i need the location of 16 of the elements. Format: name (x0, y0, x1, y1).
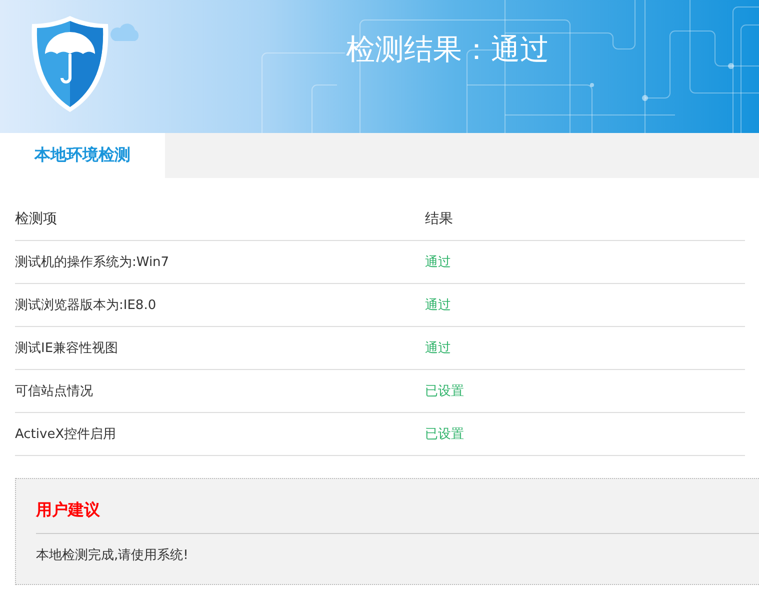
check-item: 测试机的操作系统为:Win7 (15, 254, 170, 271)
tab[interactable]: 本地环境检测 (0, 133, 165, 178)
check-item: ActiveX控件启用 (15, 426, 118, 443)
check-result: 通过 (425, 297, 452, 314)
check-item: 测试IE兼容性视图 (15, 340, 120, 357)
check-item: 测试浏览器版本为:IE8.0 (15, 297, 158, 314)
check-result: 已设置 (425, 426, 465, 443)
check-result: 通过 (425, 254, 452, 271)
advice-text: 本地检测完成,请使用系统! (36, 547, 190, 564)
advice-title: 用户建议 (36, 479, 759, 534)
column-header: 结果 (425, 210, 454, 228)
page-title: 检测结果：通过 (346, 31, 549, 68)
check-item: 可信站点情况 (15, 383, 94, 400)
check-result: 已设置 (425, 383, 465, 400)
column-header: 检测项 (15, 210, 58, 228)
check-result: 通过 (425, 340, 452, 357)
